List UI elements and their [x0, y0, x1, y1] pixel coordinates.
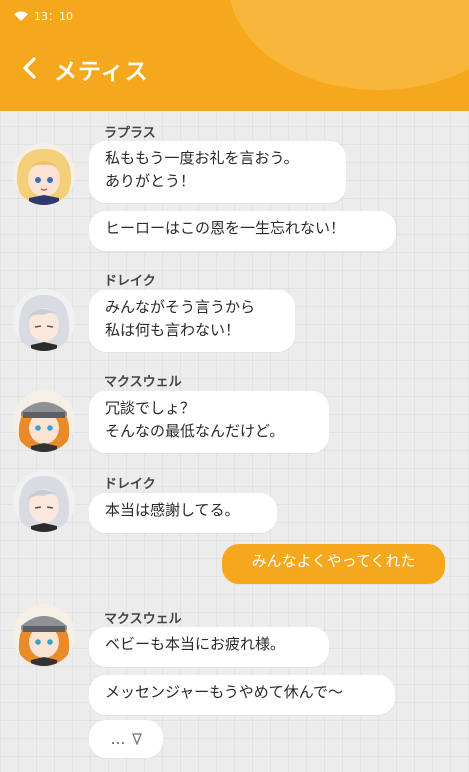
header-decoration	[229, 0, 469, 90]
message-bubble: 冗談でしょ？ そんなの最低なんだけど。	[89, 391, 329, 453]
sender-name: ドレイク	[104, 274, 156, 289]
own-message-bubble: みんなよくやってくれた	[222, 544, 445, 584]
message-bubble: みんながそう言うから 私は何も言わない！	[89, 290, 295, 352]
avatar-drake[interactable]	[13, 289, 75, 351]
sender-name: マクスウェル	[104, 375, 182, 390]
status-time: 13：10	[34, 10, 73, 23]
typing-dots: …	[110, 729, 126, 748]
status-bar: 13：10	[14, 8, 73, 24]
typing-indicator: …	[89, 720, 163, 758]
avatar-maxwell[interactable]	[13, 604, 75, 666]
sender-name: マクスウェル	[104, 612, 182, 627]
sender-name: ラプラス	[104, 126, 156, 141]
avatar-laplace[interactable]	[13, 143, 75, 205]
message-bubble: 本当は感謝してる。	[89, 493, 277, 533]
message-bubble: 私ももう一度お礼を言おう。 ありがとう！	[89, 141, 346, 203]
message-bubble: メッセンジャーもうやめて休んで～	[89, 675, 395, 715]
avatar-drake[interactable]	[13, 470, 75, 532]
header-decoration-tail	[385, 60, 409, 86]
page-title: メティス	[54, 59, 149, 85]
sender-name: ドレイク	[104, 477, 156, 492]
cursor-icon	[131, 733, 142, 745]
message-bubble: ベビーも本当にお疲れ様。	[89, 627, 329, 667]
wifi-icon	[14, 11, 28, 21]
app-header: 13：10 メティス	[0, 0, 469, 111]
avatar-maxwell[interactable]	[13, 390, 75, 452]
chevron-left-icon[interactable]	[20, 56, 40, 80]
message-bubble: ヒーローはこの恩を一生忘れない！	[89, 211, 396, 251]
